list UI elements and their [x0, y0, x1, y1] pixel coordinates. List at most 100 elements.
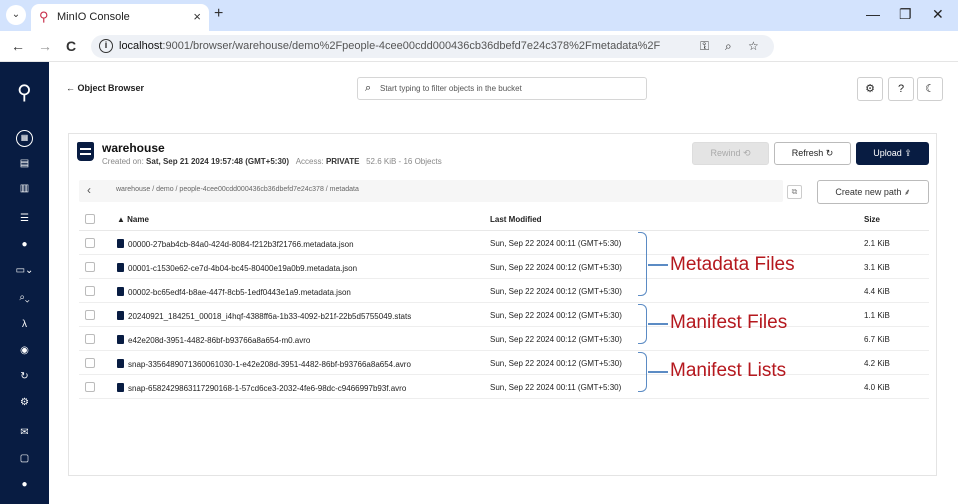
manifest-bracket-tick: [648, 323, 668, 325]
settings-gear-button[interactable]: ⚙: [857, 77, 883, 101]
row-checkbox[interactable]: [85, 358, 95, 368]
sidebar-lambda-icon[interactable]: λ: [0, 319, 49, 330]
minimize-window-button[interactable]: —: [866, 6, 880, 22]
file-name[interactable]: snap-3356489071360061030-1-e42e208d-3951…: [117, 359, 411, 369]
dark-mode-toggle[interactable]: ☾: [917, 77, 943, 101]
search-icon: ⌕: [365, 82, 372, 94]
sidebar-buckets-icon[interactable]: ▤: [0, 158, 49, 169]
sidebar-object-browser-icon[interactable]: ▦: [0, 130, 49, 147]
bucket-panel: warehouse Created on: Sat, Sep 21 2024 1…: [68, 133, 937, 476]
manifest-lists-bracket-tick: [648, 371, 668, 373]
minio-sidebar: ⚲ ▦ ▤ ▥ ☰ ● ▭⌄ ⌕⌄ λ ◉ ↻ ⚙ ✉ ▢ ●: [0, 62, 49, 504]
filter-search[interactable]: ⌕: [357, 77, 647, 100]
sidebar-policies-icon[interactable]: ▥: [0, 183, 49, 194]
object-browser-back-link[interactable]: ← Object Browser: [66, 83, 144, 93]
copy-path-icon[interactable]: ⧉: [787, 185, 802, 199]
column-header-last-modified[interactable]: Last Modified: [490, 215, 542, 224]
file-name[interactable]: snap-6582429863117290168-1-57cd6ce3-2032…: [117, 383, 406, 393]
restore-window-button[interactable]: ❐: [899, 6, 912, 23]
table-row[interactable]: snap-6582429863117290168-1-57cd6ce3-2032…: [79, 375, 929, 399]
rewind-button[interactable]: Rewind ⟲: [692, 142, 769, 165]
url-text[interactable]: localhost:9001/browser/warehouse/demo%2F…: [119, 40, 660, 52]
row-checkbox[interactable]: [85, 262, 95, 272]
minio-favicon-icon: ⚲: [39, 9, 49, 24]
sidebar-replication-icon[interactable]: ↻: [0, 371, 49, 382]
file-modified: Sun, Sep 22 2024 00:12 (GMT+5:30): [490, 287, 622, 296]
tab-title: MinIO Console: [57, 11, 130, 23]
file-name[interactable]: 20240921_184251_00018_i4hqf-4388ff6a-1b3…: [117, 311, 411, 321]
row-checkbox[interactable]: [85, 334, 95, 344]
breadcrumb-path[interactable]: warehouse / demo / people-4cee00cdd00043…: [116, 186, 359, 193]
file-name[interactable]: e42e208d-3951-4482-86bf-b93766a8a654-m0.…: [117, 335, 310, 345]
forward-arrow-icon[interactable]: →: [38, 38, 52, 54]
select-all-checkbox[interactable]: [85, 214, 95, 224]
reload-icon[interactable]: C: [66, 38, 76, 54]
file-size: 4.0 KiB: [864, 383, 890, 392]
file-modified: Sun, Sep 22 2024 00:12 (GMT+5:30): [490, 311, 622, 320]
sidebar-identity-icon[interactable]: ●: [0, 239, 49, 250]
file-icon: [117, 359, 124, 368]
sidebar-notifications-icon[interactable]: ✉: [0, 427, 49, 438]
minio-logo-icon[interactable]: ⚲: [17, 80, 32, 105]
tab-close-icon[interactable]: ×: [193, 9, 201, 24]
file-size: 1.1 KiB: [864, 311, 890, 320]
row-checkbox[interactable]: [85, 310, 95, 320]
table-row[interactable]: snap-3356489071360061030-1-e42e208d-3951…: [79, 351, 929, 375]
annotation-manifest-files: Manifest Files: [670, 312, 788, 333]
file-size: 2.1 KiB: [864, 239, 890, 248]
bucket-name: warehouse: [102, 141, 165, 155]
table-row[interactable]: 20240921_184251_00018_i4hqf-4388ff6a-1b3…: [79, 303, 929, 327]
file-size: 6.7 KiB: [864, 335, 890, 344]
file-name[interactable]: 00000-27bab4cb-84a0-424d-8084-f212b3f217…: [117, 239, 354, 249]
upload-button[interactable]: Upload ⇪: [856, 142, 929, 165]
row-checkbox[interactable]: [85, 382, 95, 392]
close-window-button[interactable]: ✕: [932, 6, 944, 23]
sidebar-search-icon[interactable]: ⌕⌄: [0, 292, 49, 303]
sidebar-documentation-icon[interactable]: ▢: [0, 453, 49, 464]
back-arrow-icon[interactable]: ←: [11, 38, 25, 54]
table-row[interactable]: 00000-27bab4cb-84a0-424d-8084-f212b3f217…: [79, 231, 929, 255]
file-icon: [117, 239, 124, 248]
path-back-chevron-icon[interactable]: ‹: [87, 183, 91, 197]
table-row[interactable]: 00002-bc65edf4-b8ae-447f-8cb5-1edf0443e1…: [79, 279, 929, 303]
file-icon: [117, 263, 124, 272]
filter-input[interactable]: [380, 80, 640, 97]
sidebar-tiers-icon[interactable]: ◉: [0, 345, 49, 356]
sidebar-monitoring-icon[interactable]: ▭⌄: [0, 265, 49, 276]
row-checkbox[interactable]: [85, 238, 95, 248]
manifest-lists-bracket: [638, 352, 647, 392]
bucket-details: Created on: Sat, Sep 21 2024 19:57:48 (G…: [102, 157, 442, 166]
file-modified: Sun, Sep 22 2024 00:12 (GMT+5:30): [490, 359, 622, 368]
address-bar[interactable]: i localhost:9001/browser/warehouse/demo%…: [91, 35, 774, 58]
main-content: ← Object Browser ⌕ ⚙ ? ☾ warehouse Creat…: [49, 62, 958, 504]
file-name[interactable]: 00001-c1530e62-ce7d-4b04-bc45-80400e19a0…: [117, 263, 357, 273]
bookmark-star-icon[interactable]: ☆: [748, 39, 759, 53]
file-name[interactable]: 00002-bc65edf4-b8ae-447f-8cb5-1edf0443e1…: [117, 287, 351, 297]
tab-search-button[interactable]: ⌄: [6, 5, 26, 25]
table-row[interactable]: 00001-c1530e62-ce7d-4b04-bc45-80400e19a0…: [79, 255, 929, 279]
help-button[interactable]: ?: [888, 77, 914, 101]
column-header-name[interactable]: ▲ Name: [117, 215, 149, 224]
file-size: 4.4 KiB: [864, 287, 890, 296]
file-size: 3.1 KiB: [864, 263, 890, 272]
column-header-size[interactable]: Size: [864, 215, 880, 224]
new-tab-button[interactable]: +: [214, 5, 223, 23]
file-icon: [117, 335, 124, 344]
password-key-icon[interactable]: ⚿: [700, 39, 709, 54]
create-new-path-button[interactable]: Create new path ⸙: [817, 180, 929, 204]
refresh-button[interactable]: Refresh ↻: [774, 142, 851, 165]
file-icon: [117, 311, 124, 320]
sidebar-settings-icon[interactable]: ⚙: [0, 397, 49, 408]
sidebar-logout-icon[interactable]: ●: [0, 479, 49, 490]
browser-toolbar: ← → C i localhost:9001/browser/warehouse…: [0, 31, 958, 86]
file-modified: Sun, Sep 22 2024 00:12 (GMT+5:30): [490, 335, 622, 344]
file-icon: [117, 383, 124, 392]
table-row[interactable]: e42e208d-3951-4482-86bf-b93766a8a654-m0.…: [79, 327, 929, 351]
metadata-bracket-tick: [648, 264, 668, 266]
zoom-icon[interactable]: ⌕: [725, 39, 732, 54]
browser-tab[interactable]: ⚲ MinIO Console ×: [31, 4, 209, 31]
row-checkbox[interactable]: [85, 286, 95, 296]
sidebar-storage-icon[interactable]: ☰: [0, 213, 49, 224]
file-modified: Sun, Sep 22 2024 00:11 (GMT+5:30): [490, 239, 622, 248]
site-info-icon[interactable]: i: [99, 39, 113, 53]
